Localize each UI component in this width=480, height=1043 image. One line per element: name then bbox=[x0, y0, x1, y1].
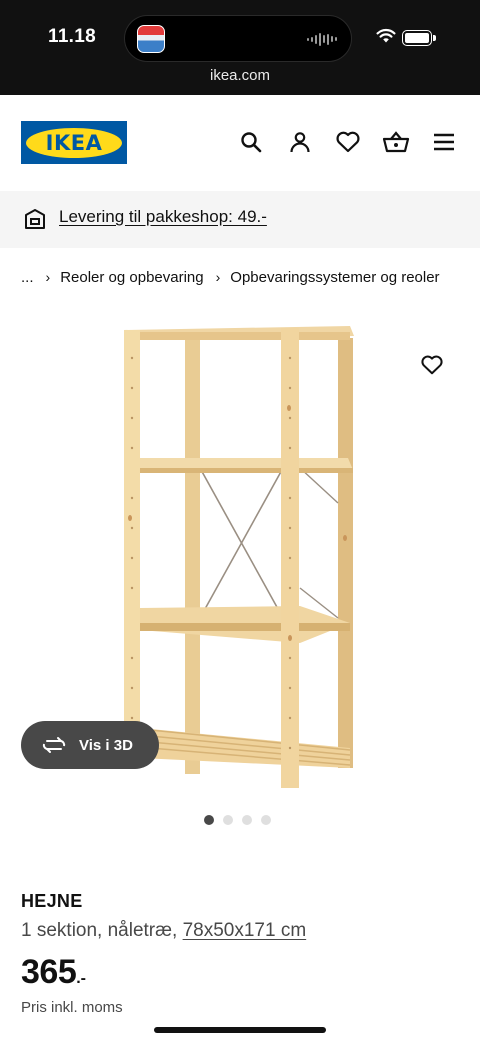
price-vat-note: Pris inkl. moms bbox=[21, 999, 123, 1016]
gallery-dot[interactable] bbox=[261, 815, 271, 825]
price-suffix: .- bbox=[76, 970, 87, 987]
logo-oval: IKEA bbox=[26, 127, 122, 158]
product-name: HEJNE bbox=[21, 891, 83, 911]
gallery-dot[interactable] bbox=[242, 815, 252, 825]
breadcrumb: ... › Reoler og opbevaring › Opbevarings… bbox=[21, 268, 440, 286]
status-bar: 11.18 ikea.com bbox=[0, 0, 480, 95]
user-icon[interactable] bbox=[286, 128, 314, 156]
heart-icon[interactable] bbox=[334, 128, 362, 156]
shopping-bag-icon[interactable] bbox=[382, 128, 410, 156]
view-in-3d-button[interactable]: Vis i 3D bbox=[21, 721, 159, 769]
battery-icon bbox=[402, 30, 436, 46]
heart-icon bbox=[421, 355, 443, 375]
app-activity-icon bbox=[137, 25, 165, 53]
delivery-banner[interactable]: Levering til pakkeshop: 49.- bbox=[0, 191, 480, 248]
breadcrumb-ellipsis[interactable]: ... bbox=[21, 269, 34, 286]
breadcrumb-item-storage-systems[interactable]: Opbevaringssystemer og reoler bbox=[230, 269, 439, 286]
ikea-logo[interactable]: IKEA bbox=[21, 121, 127, 164]
rotate-3d-icon bbox=[41, 736, 67, 754]
product-dimensions-link[interactable]: 78x50x171 cm bbox=[183, 920, 307, 941]
audio-wave-icon bbox=[307, 32, 337, 46]
gallery-dot[interactable] bbox=[223, 815, 233, 825]
url-bar[interactable]: ikea.com bbox=[0, 67, 480, 84]
logo-text: IKEA bbox=[45, 130, 103, 155]
delivery-link[interactable]: Levering til pakkeshop: 49.- bbox=[59, 207, 267, 227]
product-type: 1 sektion, nåletræ, bbox=[21, 920, 183, 941]
search-icon[interactable] bbox=[237, 128, 265, 156]
home-indicator bbox=[154, 1027, 326, 1033]
gallery-dot[interactable] bbox=[204, 815, 214, 825]
wifi-icon bbox=[376, 28, 396, 43]
chevron-right-icon: › bbox=[45, 269, 51, 285]
add-to-favourites-button[interactable] bbox=[417, 350, 447, 380]
chevron-right-icon: › bbox=[215, 269, 221, 285]
product-price: 365 .- bbox=[21, 953, 86, 992]
menu-icon[interactable] bbox=[430, 128, 458, 156]
breadcrumb-item-shelves[interactable]: Reoler og opbevaring bbox=[60, 269, 203, 286]
view-in-3d-label: Vis i 3D bbox=[79, 736, 133, 754]
product-description: 1 sektion, nåletræ, 78x50x171 cm bbox=[21, 920, 306, 942]
dynamic-island bbox=[124, 15, 352, 62]
gallery-pagination bbox=[204, 815, 271, 825]
parcel-box-icon bbox=[25, 209, 45, 229]
status-time: 11.18 bbox=[48, 26, 96, 47]
site-header: IKEA bbox=[0, 95, 480, 191]
price-amount: 365 bbox=[21, 953, 77, 991]
